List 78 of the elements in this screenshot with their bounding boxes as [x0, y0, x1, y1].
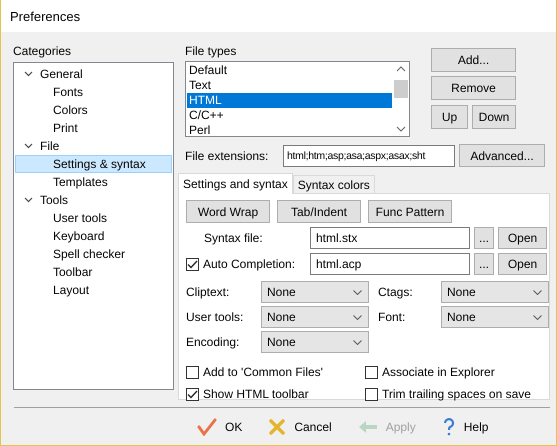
- tree-item-label: Tools: [40, 193, 68, 207]
- list-item[interactable]: Text: [187, 78, 392, 93]
- chevron-icon[interactable]: [24, 197, 33, 203]
- arrow-left-icon: [358, 418, 378, 434]
- caret-icon: [353, 340, 362, 344]
- tree-item[interactable]: Spell checker: [15, 245, 172, 263]
- list-button[interactable]: Remove: [431, 76, 516, 100]
- open-button[interactable]: Open: [498, 227, 547, 249]
- tree-item[interactable]: User tools: [15, 209, 172, 227]
- checkbox-label: Trim trailing spaces on save: [382, 387, 531, 401]
- tree-item[interactable]: File: [15, 137, 172, 155]
- caret-icon: [353, 290, 362, 294]
- tree-item[interactable]: Keyboard: [15, 227, 172, 245]
- checkbox-label: Associate in Explorer: [382, 365, 495, 379]
- file-field[interactable]: html.stx: [310, 227, 470, 249]
- caret-icon: [533, 290, 542, 294]
- footer-button[interactable]: OK: [191, 412, 248, 440]
- categories-label: Categories: [13, 44, 72, 58]
- combo-label: Cliptext:: [186, 285, 230, 299]
- file-extensions-field[interactable]: html;htm;asp;asa;aspx;asax;sht: [283, 144, 455, 166]
- checkbox[interactable]: [186, 388, 199, 400]
- tree-item[interactable]: Tools: [15, 191, 172, 209]
- tree-item[interactable]: Colors: [15, 101, 172, 119]
- order-button[interactable]: Down: [472, 105, 516, 129]
- tree-item-label: General: [40, 67, 83, 81]
- tree-item[interactable]: Toolbar: [15, 263, 172, 281]
- tab[interactable]: Settings and syntax: [178, 173, 293, 194]
- list-item[interactable]: HTML: [187, 93, 392, 108]
- browse-button[interactable]: ...: [474, 253, 494, 275]
- chevron-icon[interactable]: [24, 71, 33, 77]
- tree-item[interactable]: Print: [15, 119, 172, 137]
- checkbox[interactable]: [186, 366, 199, 378]
- footer-button[interactable]: Help: [436, 412, 494, 440]
- tree-item[interactable]: Templates: [15, 173, 172, 191]
- list-button[interactable]: Add...: [431, 48, 516, 72]
- advanced-button[interactable]: Advanced...: [459, 144, 545, 167]
- combo-label: User tools:: [186, 310, 244, 324]
- combo-label: Encoding:: [186, 335, 240, 349]
- caret-icon: [353, 314, 362, 320]
- tree-item[interactable]: General: [15, 65, 172, 83]
- tool-button[interactable]: Tab/Indent: [277, 200, 361, 223]
- footer-button[interactable]: Cancel: [262, 412, 338, 440]
- chevron-icon[interactable]: [24, 143, 33, 149]
- tree-item[interactable]: Layout: [15, 281, 172, 299]
- open-button[interactable]: Open: [498, 253, 547, 275]
- tree-item-label: File: [40, 139, 60, 153]
- checkmark-icon: [197, 418, 217, 436]
- cross-icon: [268, 418, 286, 436]
- list-item[interactable]: C/C++: [187, 108, 392, 123]
- dropdown[interactable]: None: [441, 306, 549, 328]
- tool-button[interactable]: Func Pattern: [368, 200, 452, 223]
- dropdown[interactable]: None: [261, 331, 369, 353]
- file-types-label: File types: [185, 44, 238, 58]
- list-item[interactable]: Default: [187, 63, 392, 78]
- tree-item[interactable]: Fonts: [15, 83, 172, 101]
- dropdown[interactable]: None: [441, 281, 549, 303]
- combo-label: Ctags:: [378, 285, 414, 299]
- checkbox-label: Add to 'Common Files': [203, 365, 323, 379]
- browse-button[interactable]: ...: [474, 227, 494, 249]
- caret-icon: [533, 314, 542, 320]
- window-title: Preferences: [10, 8, 80, 24]
- order-button[interactable]: Up: [431, 105, 468, 129]
- checkbox[interactable]: [365, 366, 378, 378]
- checkbox[interactable]: [186, 258, 199, 270]
- tool-button[interactable]: Word Wrap: [186, 200, 270, 223]
- list-item[interactable]: Perl: [187, 123, 392, 138]
- file-extensions-label: File extensions:: [185, 148, 270, 162]
- file-field[interactable]: html.acp: [310, 253, 470, 275]
- checkbox[interactable]: [365, 388, 378, 400]
- checkbox-label: Show HTML toolbar: [203, 387, 309, 401]
- tab[interactable]: Syntax colors: [292, 175, 375, 194]
- combo-label: Font:: [378, 310, 406, 324]
- field-label: Syntax file:: [203, 231, 263, 245]
- dropdown[interactable]: None: [261, 281, 369, 303]
- checkbox-label: Auto Completion:: [203, 257, 296, 271]
- question-mark-icon: [442, 418, 456, 436]
- dropdown[interactable]: None: [261, 306, 369, 328]
- tree-item[interactable]: Settings & syntax: [15, 155, 172, 173]
